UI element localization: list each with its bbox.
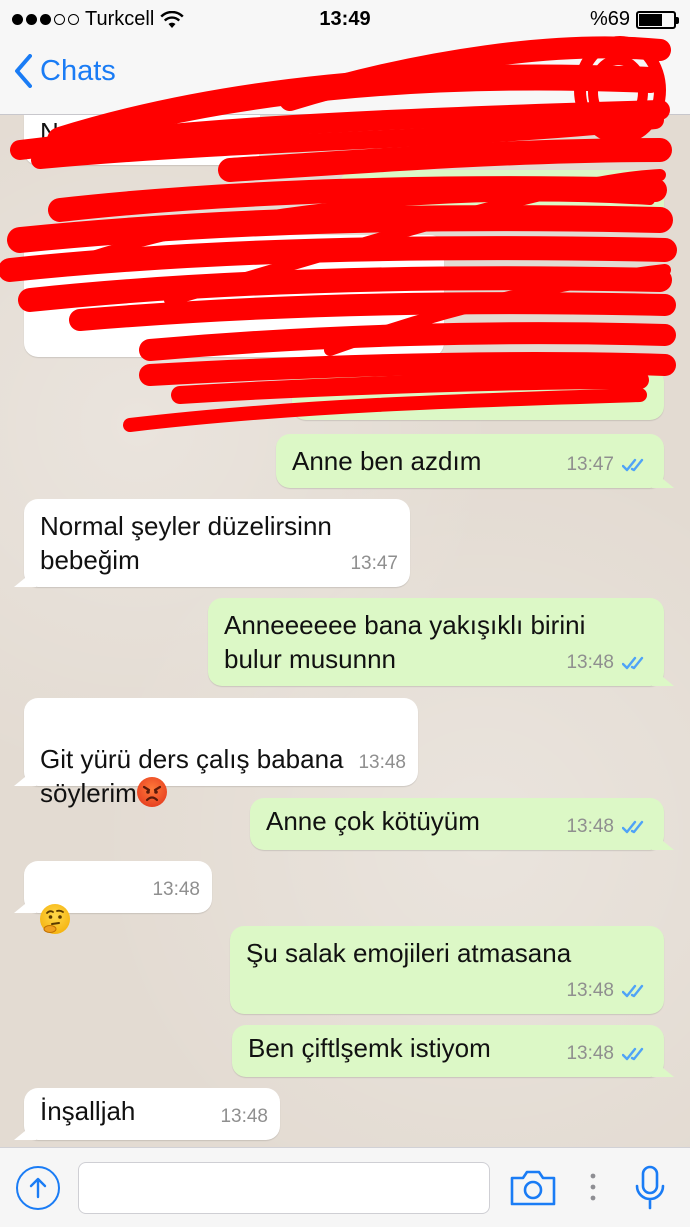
share-button[interactable] xyxy=(16,1166,60,1210)
double-check-icon xyxy=(622,984,644,998)
message-input-bar xyxy=(0,1147,690,1227)
chevron-left-icon xyxy=(15,54,32,88)
message-content xyxy=(40,869,70,937)
censored-message[interactable] xyxy=(340,170,664,222)
message-time: 13:48 xyxy=(566,1043,614,1064)
message-text: Anne çok kötüyüm xyxy=(266,806,480,836)
message-time: 13:48 xyxy=(152,879,200,900)
status-bar: Turkcell 13:49 %69 xyxy=(0,0,690,40)
message-meta: 13:48 xyxy=(220,1100,268,1134)
battery-percentage: %69 xyxy=(589,8,630,30)
message-input[interactable] xyxy=(78,1162,490,1214)
battery-icon xyxy=(636,10,679,29)
incoming-message[interactable]: İnşalljah 13:48 xyxy=(24,1088,280,1140)
incoming-message[interactable]: Normal şeyler düzelirsinn bebeğim 13:47 xyxy=(24,499,410,587)
message-time: 13:47 xyxy=(566,454,614,475)
double-check-icon xyxy=(622,820,644,834)
message-time: 13:48 xyxy=(358,752,406,773)
microphone-icon[interactable] xyxy=(632,1164,668,1212)
incoming-message[interactable]: 13:48 xyxy=(24,861,212,934)
censored-message[interactable]: Nokia xyxy=(24,115,260,165)
message-time: 13:48 xyxy=(566,980,614,1001)
message-meta: 13:48 xyxy=(566,810,652,844)
outgoing-message[interactable]: Anneeeeee bana yakışıklı birini bulur mu… xyxy=(208,598,664,686)
double-check-icon xyxy=(622,656,644,670)
message-time: 13:48 xyxy=(220,1106,268,1127)
incoming-message[interactable]: Git yürü ders çalış babana söylerim 13:4… xyxy=(24,698,418,808)
double-check-icon xyxy=(622,458,644,472)
outgoing-message[interactable]: Anne çok kötüyüm 13:48 xyxy=(250,798,664,850)
message-text: Normal şeyler düzelirsinn bebeğim xyxy=(40,511,332,575)
back-label: Chats xyxy=(40,54,116,87)
outgoing-message[interactable]: Şu salak emojileri atmasana 13:48 xyxy=(230,926,664,1014)
battery-level xyxy=(639,13,663,26)
clock: 13:49 xyxy=(319,8,371,30)
message-meta: 13:48 xyxy=(152,873,200,907)
message-text: Ben çiftlşemk istiyom xyxy=(248,1033,491,1063)
outgoing-message[interactable]: Ben çiftlşemk istiyom 13:48 xyxy=(232,1025,664,1077)
navigation-bar: Chats xyxy=(0,40,690,115)
thinking-face-icon xyxy=(40,904,70,934)
censored-message[interactable] xyxy=(24,235,444,357)
arrow-up-icon xyxy=(29,1177,47,1199)
message-text: Şu salak emojileri atmasana xyxy=(246,938,572,968)
message-meta: 13:48 xyxy=(566,1037,652,1071)
message-text: Anne ben azdım xyxy=(292,446,482,476)
angry-face-icon xyxy=(136,777,167,807)
outgoing-message[interactable]: Anne ben azdım 13:47 xyxy=(276,434,664,488)
message-time: 13:47 xyxy=(350,553,398,574)
message-meta: 13:47 xyxy=(350,547,398,581)
message-text: İnşalljah xyxy=(40,1096,136,1126)
message-text: Nokia xyxy=(40,117,107,147)
battery-info: %69 xyxy=(589,8,679,31)
message-time: 13:48 xyxy=(566,816,614,837)
message-text: Anneeeeee bana yakışıklı birini bulur mu… xyxy=(224,610,586,674)
camera-icon[interactable] xyxy=(508,1166,558,1210)
message-time: 13:48 xyxy=(566,652,614,673)
message-meta: 13:47 xyxy=(566,448,652,482)
message-meta: 13:48 xyxy=(566,974,652,1008)
more-options-icon[interactable] xyxy=(586,1170,600,1204)
censored-message[interactable] xyxy=(292,368,664,420)
message-meta: 13:48 xyxy=(566,646,652,680)
back-to-chats-button[interactable]: Chats xyxy=(14,54,116,88)
message-content: Git yürü ders çalış babana söylerim xyxy=(40,708,344,810)
message-meta: 13:48 xyxy=(358,746,406,780)
double-check-icon xyxy=(622,1047,644,1061)
